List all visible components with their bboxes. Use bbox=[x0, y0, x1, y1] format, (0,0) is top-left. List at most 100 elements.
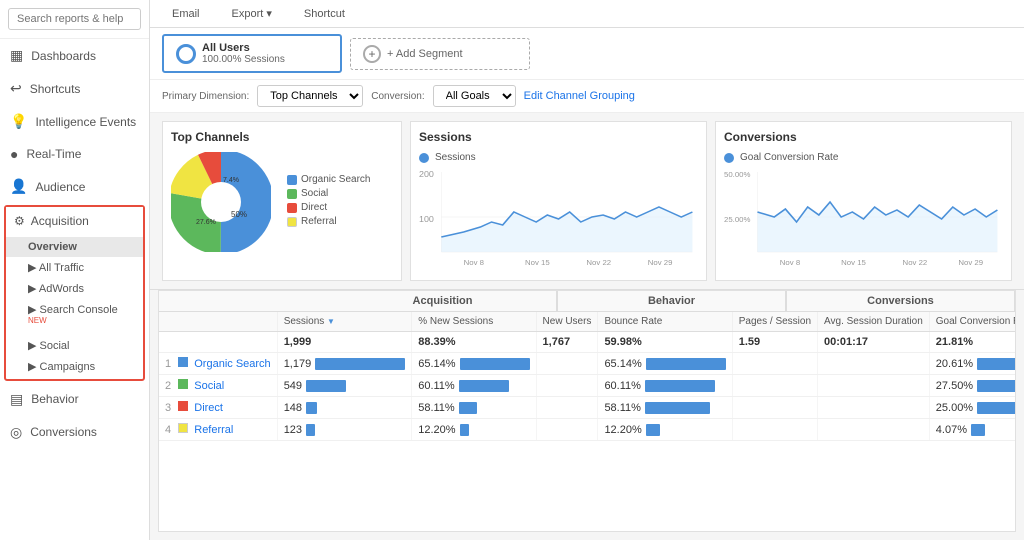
sessions-header[interactable]: Sessions ▼ bbox=[277, 312, 412, 332]
table-group-headers: Acquisition Behavior Conversions bbox=[159, 291, 1015, 312]
sidebar: ▦ Dashboards ↩ Shortcuts 💡 Intelligence … bbox=[0, 0, 150, 540]
sessions-legend-label: Sessions bbox=[435, 152, 476, 163]
main-content: Email Export ▾ Shortcut All Users 100.00… bbox=[150, 0, 1024, 540]
legend-item-social: Social bbox=[287, 188, 370, 199]
edit-channel-grouping-link[interactable]: Edit Channel Grouping bbox=[524, 90, 635, 102]
sidebar-item-label: Behavior bbox=[31, 392, 78, 406]
bounce-rate-header[interactable]: Bounce Rate bbox=[598, 312, 732, 332]
pie-legend: Organic Search Social Direct Referral bbox=[287, 174, 370, 230]
sessions-chart-card: Sessions Sessions 200 100 Nov 8 Nov 15 N… bbox=[410, 121, 707, 281]
pie-chart-card: Top Channels 50% 27.6% 7.4% bbox=[162, 121, 402, 281]
total-new-users: 1,767 bbox=[536, 332, 598, 353]
sidebar-item-acquisition[interactable]: ⚙ Acquisition bbox=[6, 207, 143, 235]
segment-sublabel: 100.00% Sessions bbox=[202, 54, 285, 65]
conversion-select[interactable]: All Goals bbox=[433, 85, 516, 107]
conversions-group-header: Conversions bbox=[786, 291, 1015, 311]
behavior-icon: ▤ bbox=[10, 391, 23, 408]
sidebar-item-audience[interactable]: 👤 Audience bbox=[0, 170, 149, 203]
sidebar-item-label: Audience bbox=[35, 180, 85, 194]
organic-search-link[interactable]: Organic Search bbox=[194, 358, 270, 370]
table-row: 1 Organic Search 1,179 65.14% 65.14% 20.… bbox=[159, 353, 1016, 375]
svg-text:Nov 15: Nov 15 bbox=[525, 258, 550, 266]
svg-text:27.6%: 27.6% bbox=[196, 219, 216, 226]
referral-link[interactable]: Referral bbox=[194, 424, 233, 436]
sidebar-item-intelligence[interactable]: 💡 Intelligence Events bbox=[0, 105, 149, 138]
export-button[interactable]: Export ▾ bbox=[222, 4, 282, 23]
sessions-chart-title: Sessions bbox=[419, 130, 698, 144]
social-link[interactable]: Social bbox=[194, 380, 224, 392]
primary-dim-label: Primary Dimension: bbox=[162, 91, 249, 102]
avg-session-header[interactable]: Avg. Session Duration bbox=[818, 312, 930, 332]
direct-link[interactable]: Direct bbox=[194, 402, 223, 414]
svg-text:Nov 8: Nov 8 bbox=[780, 258, 800, 266]
pie-chart-title: Top Channels bbox=[171, 130, 393, 144]
add-segment-button[interactable]: + + Add Segment bbox=[350, 38, 530, 70]
intelligence-icon: 💡 bbox=[10, 113, 27, 130]
pie-chart-svg: 50% 27.6% 7.4% bbox=[171, 152, 271, 252]
add-circle-icon: + bbox=[363, 45, 381, 63]
sidebar-item-social[interactable]: ▶ Social bbox=[6, 335, 143, 356]
total-sessions: 1,999 bbox=[277, 332, 412, 353]
acquisition-section: ⚙ Acquisition Overview ▶ All Traffic ▶ A… bbox=[4, 205, 145, 381]
acquisition-group-header: Acquisition bbox=[329, 291, 557, 311]
svg-text:Nov 22: Nov 22 bbox=[586, 258, 611, 266]
data-table-section: Acquisition Behavior Conversions Session… bbox=[158, 290, 1016, 532]
sidebar-item-realtime[interactable]: ● Real-Time bbox=[0, 138, 149, 170]
conversions-legend-label: Goal Conversion Rate bbox=[740, 152, 838, 163]
svg-text:Nov 8: Nov 8 bbox=[464, 258, 484, 266]
sidebar-item-behavior[interactable]: ▤ Behavior bbox=[0, 383, 149, 416]
segment-label: All Users bbox=[202, 42, 285, 54]
svg-text:200: 200 bbox=[419, 169, 434, 178]
shortcuts-icon: ↩ bbox=[10, 80, 22, 97]
sidebar-item-conversions[interactable]: ◎ Conversions bbox=[0, 416, 149, 449]
conversions-chart-card: Conversions Goal Conversion Rate 50.00% … bbox=[715, 121, 1012, 281]
segments-bar: All Users 100.00% Sessions + + Add Segme… bbox=[150, 28, 1024, 80]
svg-text:Nov 29: Nov 29 bbox=[648, 258, 673, 266]
audience-icon: 👤 bbox=[10, 178, 27, 195]
conversions-icon: ◎ bbox=[10, 424, 22, 441]
table-header-row: Sessions ▼ % New Sessions New Users Boun… bbox=[159, 312, 1016, 332]
dimension-bar: Primary Dimension: Top Channels Conversi… bbox=[150, 80, 1024, 113]
svg-text:50%: 50% bbox=[231, 210, 247, 219]
main-data-table: Sessions ▼ % New Sessions New Users Boun… bbox=[159, 312, 1016, 441]
sidebar-item-adwords[interactable]: ▶ AdWords bbox=[6, 278, 143, 299]
channel-header[interactable] bbox=[159, 312, 277, 332]
sidebar-item-overview[interactable]: Overview bbox=[6, 237, 143, 257]
pages-session-header[interactable]: Pages / Session bbox=[732, 312, 817, 332]
total-new-sessions: 88.39% bbox=[412, 332, 536, 353]
table-row: 4 Referral 123 12.20% 12.20% 4.07% bbox=[159, 419, 1016, 441]
shortcut-button[interactable]: Shortcut bbox=[294, 5, 355, 23]
sidebar-item-label: Shortcuts bbox=[30, 82, 81, 96]
all-users-segment: All Users 100.00% Sessions bbox=[162, 34, 342, 73]
goal-conv-rate-header[interactable]: Goal Conversion Rate bbox=[929, 312, 1016, 332]
total-bounce-rate: 59.98% bbox=[598, 332, 732, 353]
primary-dimension-select[interactable]: Top Channels bbox=[257, 85, 363, 107]
new-sessions-header[interactable]: % New Sessions bbox=[412, 312, 536, 332]
new-users-header[interactable]: New Users bbox=[536, 312, 598, 332]
email-button[interactable]: Email bbox=[162, 5, 210, 23]
charts-section: Top Channels 50% 27.6% 7.4% bbox=[150, 113, 1024, 290]
pie-chart-container: 50% 27.6% 7.4% Organic Search Social bbox=[171, 152, 393, 252]
sidebar-item-alltraffic[interactable]: ▶ All Traffic bbox=[6, 257, 143, 278]
legend-item-referral: Referral bbox=[287, 216, 370, 227]
sidebar-item-label: Intelligence Events bbox=[35, 115, 136, 129]
sidebar-item-campaigns[interactable]: ▶ Campaigns bbox=[6, 356, 143, 377]
search-input[interactable] bbox=[8, 8, 141, 30]
acquisition-sub-items: Overview ▶ All Traffic ▶ AdWords ▶ Searc… bbox=[6, 235, 143, 379]
total-goal-conv: 21.81% bbox=[929, 332, 1016, 353]
svg-text:Nov 29: Nov 29 bbox=[958, 258, 983, 266]
sidebar-item-label: Dashboards bbox=[31, 49, 96, 63]
sidebar-item-dashboards[interactable]: ▦ Dashboards bbox=[0, 39, 149, 72]
top-bar: Email Export ▾ Shortcut bbox=[150, 0, 1024, 28]
sidebar-item-searchconsole[interactable]: ▶ Search Console NEW bbox=[6, 299, 143, 335]
table-row: 2 Social 549 60.11% 60.11% 27.50% bbox=[159, 375, 1016, 397]
svg-text:100: 100 bbox=[419, 214, 434, 223]
total-row: 1,999 88.39% 1,767 59.98% 1.59 00:01:17 … bbox=[159, 332, 1016, 353]
realtime-icon: ● bbox=[10, 146, 18, 162]
sessions-chart-svg: 200 100 Nov 8 Nov 15 Nov 22 Nov 29 bbox=[419, 167, 698, 267]
svg-text:25.00%: 25.00% bbox=[724, 215, 751, 223]
sidebar-item-shortcuts[interactable]: ↩ Shortcuts bbox=[0, 72, 149, 105]
table-row: 3 Direct 148 58.11% 58.11% 25.00% bbox=[159, 397, 1016, 419]
conversions-chart-title: Conversions bbox=[724, 130, 1003, 144]
legend-item-organic: Organic Search bbox=[287, 174, 370, 185]
